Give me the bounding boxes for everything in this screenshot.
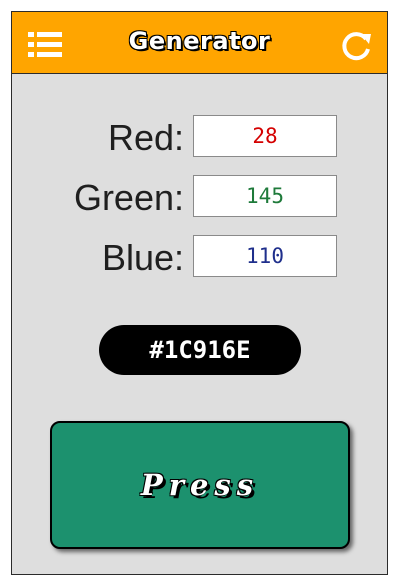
red-label: Red: (107, 117, 184, 158)
refresh-icon[interactable] (339, 28, 373, 62)
blue-input[interactable] (193, 235, 337, 277)
app-header: Generator (12, 12, 387, 74)
green-input[interactable] (193, 175, 337, 217)
press-button-label: Press (140, 468, 260, 502)
app-title: Generator (128, 27, 271, 55)
generator-app: Generator Red: Green: Blue: #1C916E Pres… (11, 11, 388, 575)
hex-code-display: #1C916E (99, 325, 301, 375)
red-input[interactable] (193, 115, 337, 157)
green-label: Green: (73, 177, 184, 218)
press-button[interactable]: Press (50, 421, 350, 549)
blue-label: Blue: (101, 237, 184, 278)
